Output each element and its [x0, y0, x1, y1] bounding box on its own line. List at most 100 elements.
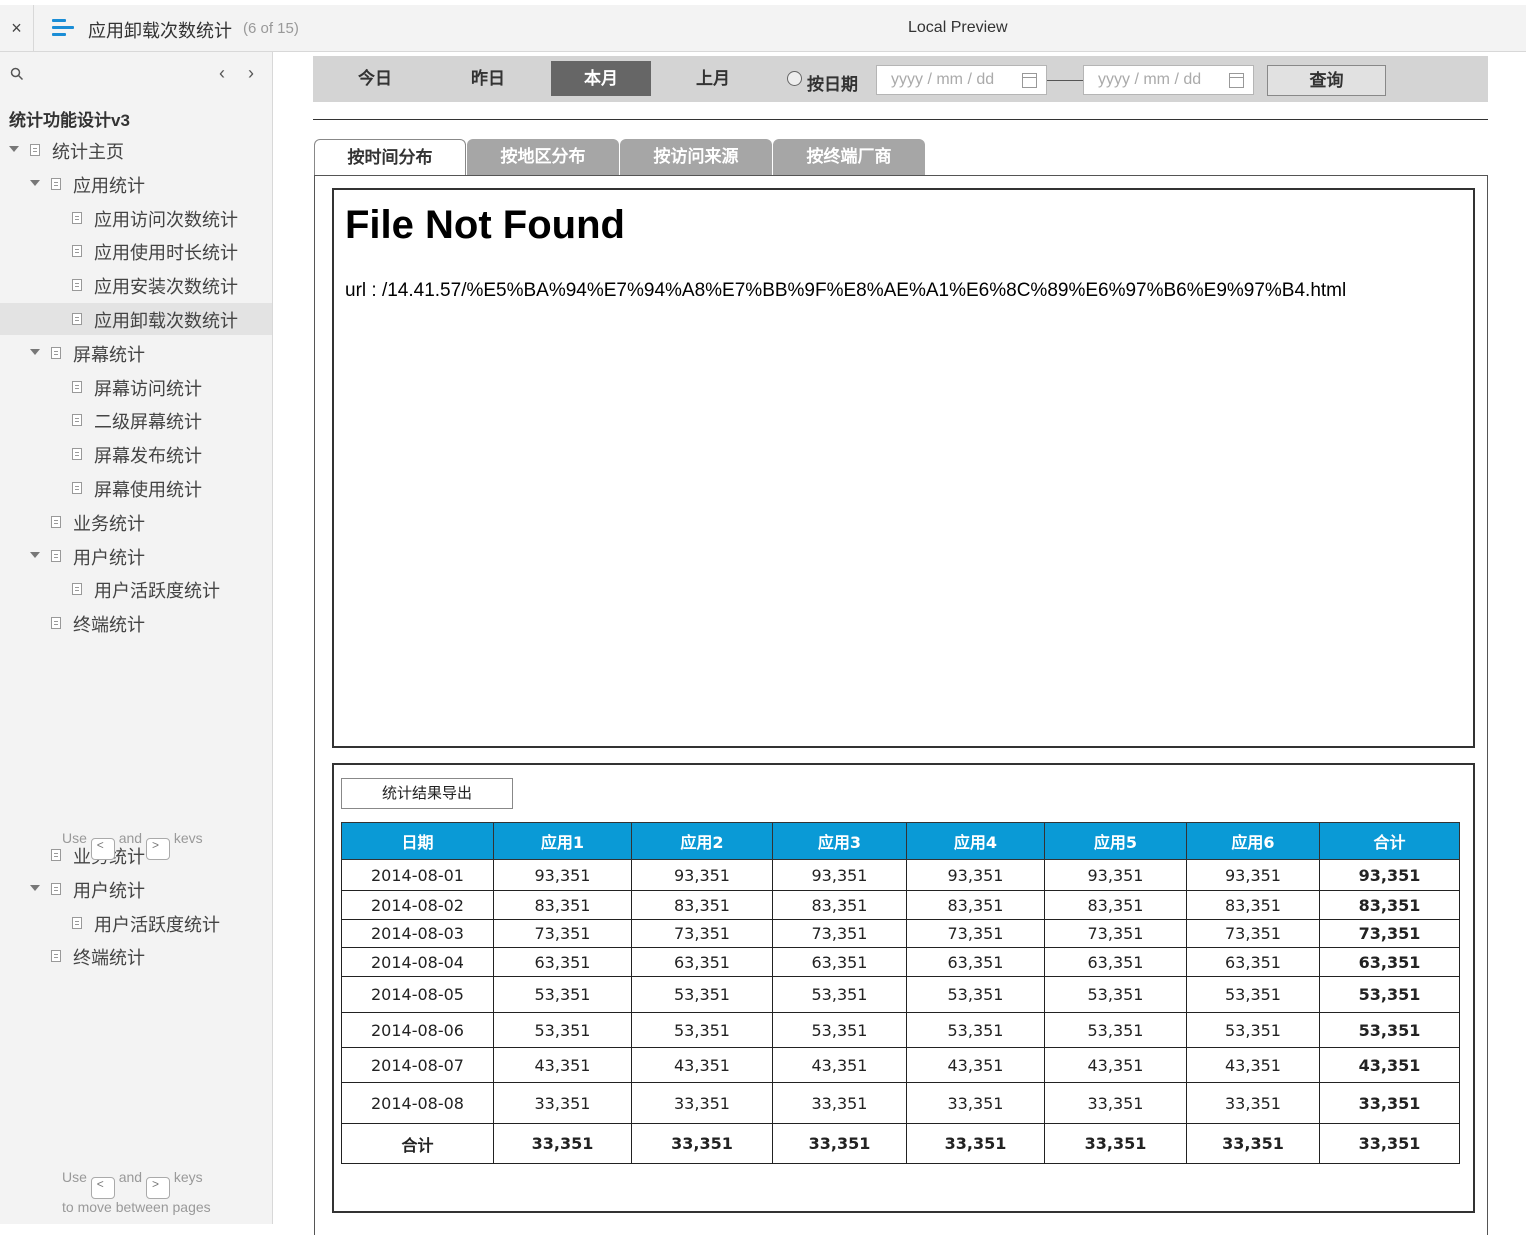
page-icon [72, 313, 82, 325]
sidebar-item[interactable]: 应用安装次数统计 [0, 269, 272, 301]
filter-bar: 今日 昨日 本月 上月 按日期 yyyy / mm / dd yyyy / mm… [313, 56, 1488, 102]
tab-by-time[interactable]: 按时间分布 [314, 139, 466, 176]
sidebar-item-label: 应用安装次数统计 [94, 277, 238, 298]
page-icon [72, 380, 82, 393]
search-icon[interactable] [10, 67, 24, 81]
table-cell: 63,351 [631, 947, 773, 977]
table-cell: 2014-08-07 [341, 1047, 494, 1083]
table-cell: 53,351 [906, 976, 1045, 1013]
table-cell: 73,351 [772, 919, 907, 948]
sidebar-item[interactable]: 应用使用时长统计 [0, 235, 272, 267]
filter-yesterday-button[interactable]: 昨日 [438, 61, 538, 96]
menu-icon[interactable] [52, 19, 74, 37]
by-date-label: 按日期 [807, 75, 858, 94]
page-icon [51, 617, 61, 630]
tab-by-source[interactable]: 按访问来源 [620, 139, 772, 176]
table-cell: 93,351 [493, 859, 632, 891]
table-cell: 73,351 [493, 919, 632, 948]
table-cell: 33,351 [1319, 1082, 1460, 1124]
table-cell: 73,351 [631, 919, 773, 948]
next-page-icon[interactable]: › [248, 63, 254, 84]
sidebar-item[interactable]: 二级屏幕统计 [0, 404, 272, 436]
table-cell: 63,351 [906, 947, 1045, 977]
table-cell: 83,351 [772, 890, 907, 920]
sidebar-item-label: 用户活跃度统计 [94, 581, 220, 602]
filter-this-month-button[interactable]: 本月 [551, 61, 651, 96]
filter-today-button[interactable]: 今日 [325, 61, 425, 96]
date-range-separator [1047, 80, 1083, 81]
table-cell: 93,351 [1186, 859, 1320, 891]
table-cell: 2014-08-06 [341, 1012, 494, 1048]
table-cell: 53,351 [1044, 976, 1187, 1013]
page-icon [51, 515, 61, 528]
table-cell: 43,351 [906, 1047, 1045, 1083]
sidebar-item[interactable]: 应用统计 [0, 168, 272, 200]
page-icon [72, 448, 82, 461]
sidebar-item[interactable]: 用户统计 [0, 540, 272, 572]
table-cell: 93,351 [906, 859, 1045, 891]
close-icon[interactable]: × [0, 5, 34, 52]
tab-by-vendor[interactable]: 按终端厂商 [773, 139, 925, 176]
expand-caret-icon[interactable] [9, 146, 19, 152]
sidebar-item[interactable]: 应用访问次数统计 [0, 202, 272, 234]
table-cell: 33,351 [772, 1082, 907, 1124]
table-cell: 33,351 [1319, 1123, 1460, 1164]
sidebar-item-label: 统计主页 [52, 142, 124, 162]
page-count: (6 of 15) [243, 20, 299, 37]
table-cell: 2014-08-05 [341, 976, 494, 1013]
query-button[interactable]: 查询 [1267, 65, 1386, 96]
calendar-icon[interactable] [1022, 73, 1037, 88]
start-date-input[interactable]: yyyy / mm / dd [876, 65, 1047, 95]
sidebar-item[interactable]: 屏幕发布统计 [0, 438, 272, 470]
filter-last-month-button[interactable]: 上月 [663, 61, 763, 96]
sidebar-item-label: 屏幕统计 [73, 344, 145, 365]
table-cell: 33,351 [906, 1123, 1045, 1164]
expand-caret-icon[interactable] [30, 884, 40, 891]
table-cell: 33,351 [1044, 1123, 1187, 1164]
table-cell: 53,351 [772, 976, 907, 1013]
prev-page-icon[interactable]: ‹ [219, 63, 225, 84]
sidebar-item[interactable]: 用户活跃度统计 [0, 573, 272, 605]
sidebar-item[interactable]: 屏幕统计 [0, 337, 272, 369]
sidebar-item[interactable]: 屏幕访问统计 [0, 371, 272, 403]
page-icon [51, 346, 61, 359]
sidebar-item[interactable]: 用户活跃度统计 [0, 907, 272, 939]
sidebar-item[interactable]: 终端统计 [0, 607, 272, 639]
table-cell: 83,351 [493, 890, 632, 920]
table-cell: 83,351 [906, 890, 1045, 920]
calendar-icon[interactable] [1229, 73, 1244, 88]
table-cell: 63,351 [1186, 947, 1320, 977]
column-header: 合计 [1319, 822, 1460, 860]
column-header: 应用5 [1044, 822, 1187, 860]
by-date-radio[interactable] [787, 71, 802, 86]
table-row: 2014-08-08 33,351 33,351 33,351 33,351 33,351… [341, 1082, 1460, 1124]
sidebar-item-label: 应用访问次数统计 [94, 209, 238, 230]
sidebar-item[interactable]: 应用卸载次数统计 [0, 303, 272, 335]
table-cell: 53,351 [493, 1012, 632, 1048]
table-cell: 43,351 [772, 1047, 907, 1083]
end-date-input[interactable]: yyyy / mm / dd [1083, 65, 1254, 95]
table-row: 2014-08-01 93,351 93,351 93,351 93,351 93,351… [341, 859, 1460, 891]
export-button[interactable]: 统计结果导出 [341, 778, 513, 809]
table-cell: 2014-08-01 [341, 859, 494, 891]
table-cell: 73,351 [906, 919, 1045, 948]
table-cell: 33,351 [772, 1123, 907, 1164]
sidebar-item[interactable]: 业务统计 [0, 506, 272, 538]
table-cell: 53,351 [1319, 976, 1460, 1013]
page-icon [51, 177, 61, 190]
table-cell: 63,351 [1044, 947, 1187, 977]
expand-caret-icon[interactable] [30, 179, 40, 186]
tab-by-region[interactable]: 按地区分布 [467, 139, 619, 176]
table-cell: 43,351 [493, 1047, 632, 1083]
table-cell: 2014-08-04 [341, 947, 494, 977]
table-cell: 2014-08-03 [341, 919, 494, 948]
sidebar-item[interactable]: 用户统计 [0, 873, 272, 905]
page-icon [51, 882, 61, 895]
expand-caret-icon[interactable] [30, 348, 40, 355]
expand-caret-icon[interactable] [30, 551, 40, 558]
frame-url-text: url : /14.41.57/%E5%BA%94%E7%94%A8%E7%BB… [345, 280, 1347, 301]
table-cell: 53,351 [631, 1012, 773, 1048]
sidebar-item[interactable]: 屏幕使用统计 [0, 472, 272, 504]
sidebar-item[interactable]: 统计主页 [0, 134, 272, 166]
sidebar-item[interactable]: 终端统计 [0, 940, 272, 972]
